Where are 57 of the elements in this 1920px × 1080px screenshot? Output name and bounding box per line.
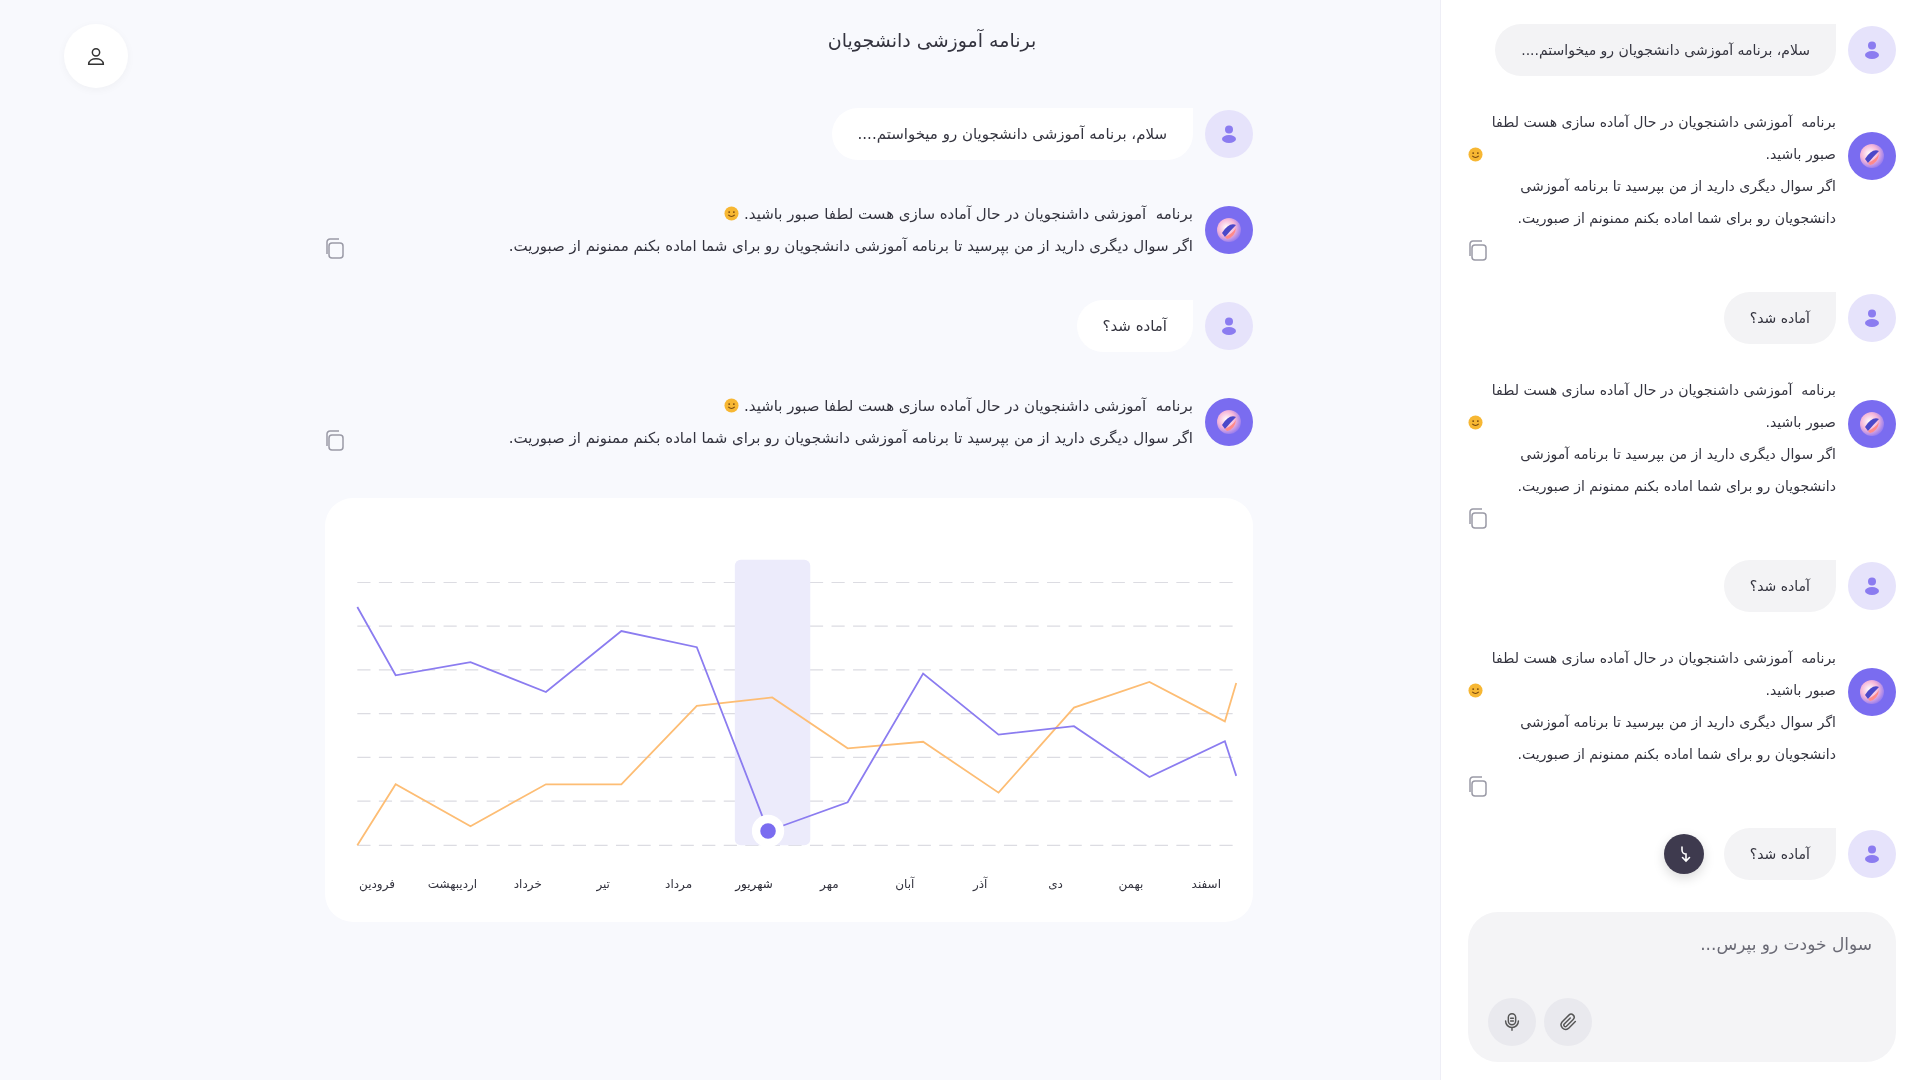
assistant-message: برنامه آموزشی داشنجویان در حال آماده سازی هست لطفا صبور باشید. <box>1490 113 1836 165</box>
assistant-message: اگر سوال دیگری دارید از من بپرسید تا برنامه آموزشی دانشجویان رو برای شما اماده بکنم ممنونم از صبوریت. <box>508 428 1193 450</box>
user-message: سلام، برنامه آموزشی دانشجویان رو میخواستم.... <box>831 108 1193 160</box>
smiley-icon <box>724 398 740 413</box>
user-avatar-icon <box>1205 302 1253 350</box>
user-avatar-icon <box>1205 110 1253 158</box>
copy-icon[interactable] <box>325 430 345 452</box>
smiley-icon <box>724 206 740 221</box>
smiley-icon <box>1468 147 1483 162</box>
copy-icon[interactable] <box>325 238 345 260</box>
month-label: فرودین <box>359 877 395 891</box>
page-title: برنامه آموزشی دانشجویان <box>826 29 1038 54</box>
user-message: آماده شد؟ <box>1723 828 1836 880</box>
assistant-message: اگر سوال دیگری دارید از من بپرسید تا برنامه آموزشی دانشجویان رو برای شما اماده بکنم ممنونم از صبوریت. <box>1516 445 1836 497</box>
copy-icon[interactable] <box>1468 508 1488 530</box>
assistant-avatar-icon <box>1205 398 1253 446</box>
user-avatar-icon <box>1848 26 1896 74</box>
assistant-message: برنامه آموزشی داشنجویان در حال آماده سازی هست لطفا صبور باشید. <box>744 397 1193 415</box>
person-icon <box>85 45 107 67</box>
user-message: سلام، برنامه آموزشی دانشجویان رو میخواستم.... <box>1495 24 1836 76</box>
month-label: آبان <box>895 877 915 891</box>
user-avatar-icon <box>1848 294 1896 342</box>
month-label: دی <box>1048 877 1063 891</box>
copy-icon[interactable] <box>1468 776 1488 798</box>
question-input[interactable]: سوال خودت رو بپرس... <box>1488 930 1872 958</box>
data-point[interactable] <box>751 814 785 848</box>
assistant-avatar-icon <box>1848 668 1896 716</box>
month-label: اردیبهشت <box>427 877 478 891</box>
copy-icon[interactable] <box>1468 240 1488 262</box>
smiley-icon <box>1468 683 1483 698</box>
month-label: مرداد <box>665 877 693 891</box>
user-avatar-icon <box>1848 830 1896 878</box>
month-label: آذر <box>972 877 988 891</box>
month-label: بهمن <box>1118 877 1144 891</box>
microphone-button[interactable] <box>1488 998 1536 1046</box>
assistant-message: اگر سوال دیگری دارید از من بپرسید تا برنامه آموزشی دانشجویان رو برای شما اماده بکنم ممنونم از صبوریت. <box>1516 177 1836 229</box>
assistant-avatar-icon <box>1848 400 1896 448</box>
assistant-message: اگر سوال دیگری دارید از من بپرسید تا برنامه آموزشی دانشجویان رو برای شما اماده بکنم ممنونم از صبوریت. <box>508 236 1193 258</box>
assistant-avatar-icon <box>1205 206 1253 254</box>
assistant-message: برنامه آموزشی داشنجویان در حال آماده سازی هست لطفا صبور باشید. <box>744 205 1193 223</box>
user-avatar-icon <box>1848 562 1896 610</box>
assistant-message: اگر سوال دیگری دارید از من بپرسید تا برنامه آموزشی دانشجویان رو برای شما اماده بکنم ممنونم از صبوریت. <box>1516 713 1836 765</box>
smiley-icon <box>1468 415 1483 430</box>
user-message: آماده شد؟ <box>1723 292 1836 344</box>
month-label: شهریور <box>735 877 773 891</box>
month-label: مهر <box>820 877 839 891</box>
month-label: اسفند <box>1191 877 1221 891</box>
month-label: خرداد <box>513 877 542 891</box>
attach-button[interactable] <box>1544 998 1592 1046</box>
assistant-message: برنامه آموزشی داشنجویان در حال آماده سازی هست لطفا صبور باشید. <box>1490 381 1836 433</box>
user-message: آماده شد؟ <box>1076 300 1193 352</box>
assistant-message: برنامه آموزشی داشنجویان در حال آماده سازی هست لطفا صبور باشید. <box>1490 649 1836 701</box>
month-label: تیر <box>596 877 610 891</box>
scroll-down-button[interactable] <box>1664 834 1704 874</box>
user-message: آماده شد؟ <box>1723 560 1836 612</box>
assistant-avatar-icon <box>1848 132 1896 180</box>
paperclip-icon <box>1557 1011 1579 1033</box>
